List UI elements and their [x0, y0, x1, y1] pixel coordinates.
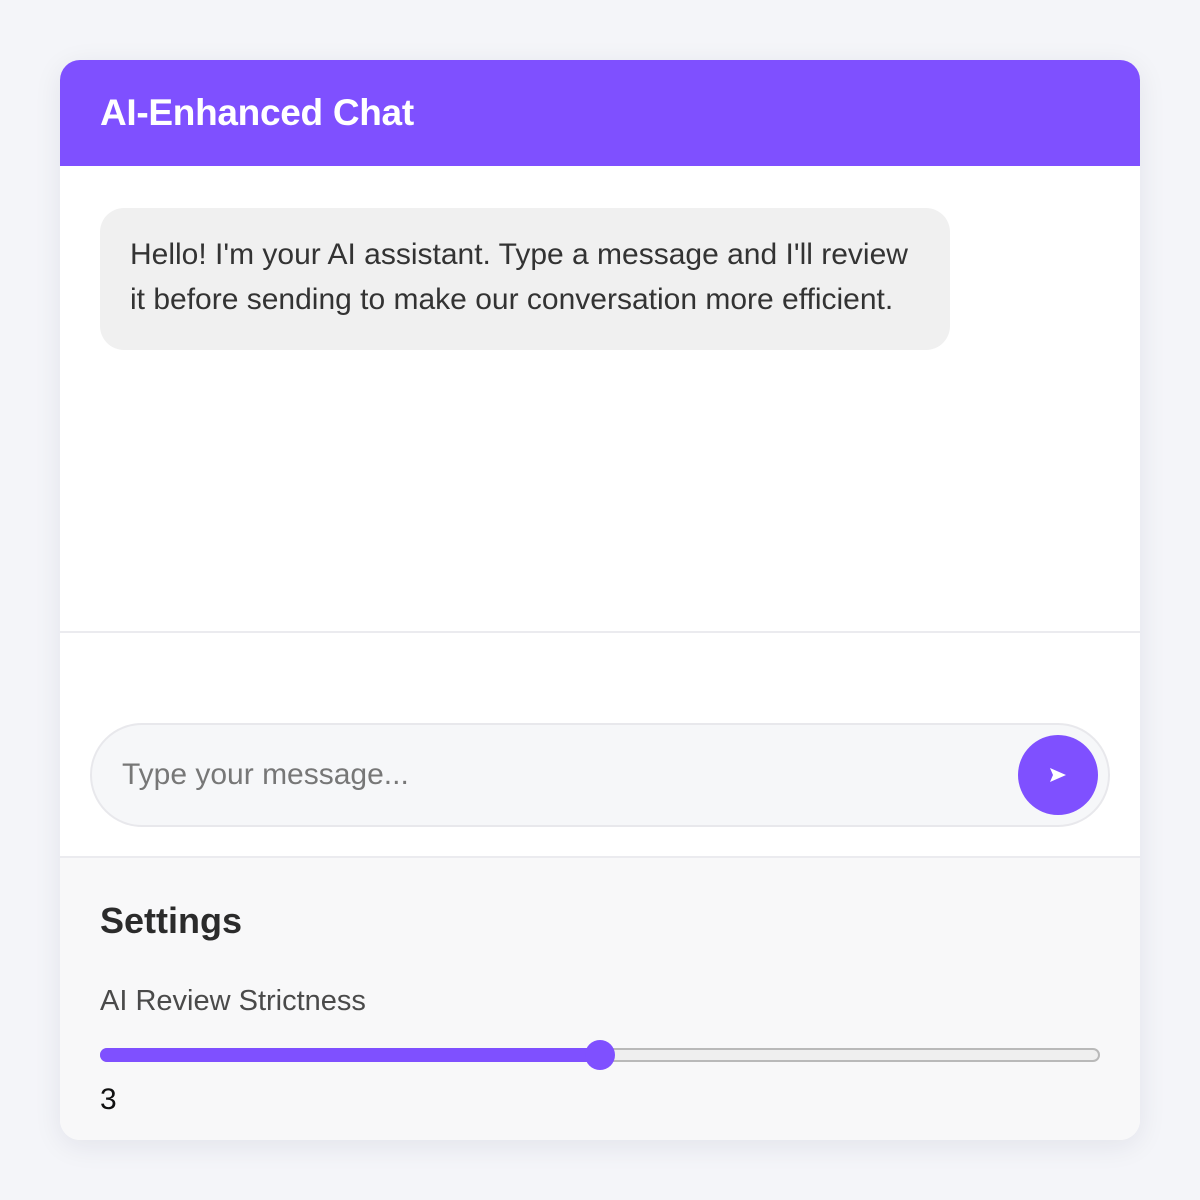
- message-input[interactable]: [92, 744, 1018, 806]
- settings-title: Settings: [100, 900, 243, 941]
- compose-area: [60, 633, 1140, 858]
- slider-thumb[interactable]: [585, 1040, 615, 1070]
- assistant-message-bubble: Hello! I'm your AI assistant. Type a mes…: [100, 208, 950, 350]
- settings-panel: Settings AI Review Strictness 3: [60, 858, 1140, 1140]
- strictness-slider[interactable]: [100, 1040, 1100, 1070]
- chat-header: AI-Enhanced Chat: [60, 60, 1140, 166]
- message-input-wrapper: [90, 723, 1110, 827]
- send-button[interactable]: [1018, 735, 1098, 815]
- app-title: AI-Enhanced Chat: [100, 92, 414, 133]
- strictness-value: 3: [100, 1083, 117, 1116]
- send-arrow-icon: [1050, 768, 1066, 782]
- slider-fill: [100, 1048, 600, 1062]
- chat-app-card: AI-Enhanced Chat Hello! I'm your AI assi…: [60, 60, 1140, 1140]
- message-list: Hello! I'm your AI assistant. Type a mes…: [60, 166, 1140, 633]
- strictness-label: AI Review Strictness: [100, 985, 366, 1017]
